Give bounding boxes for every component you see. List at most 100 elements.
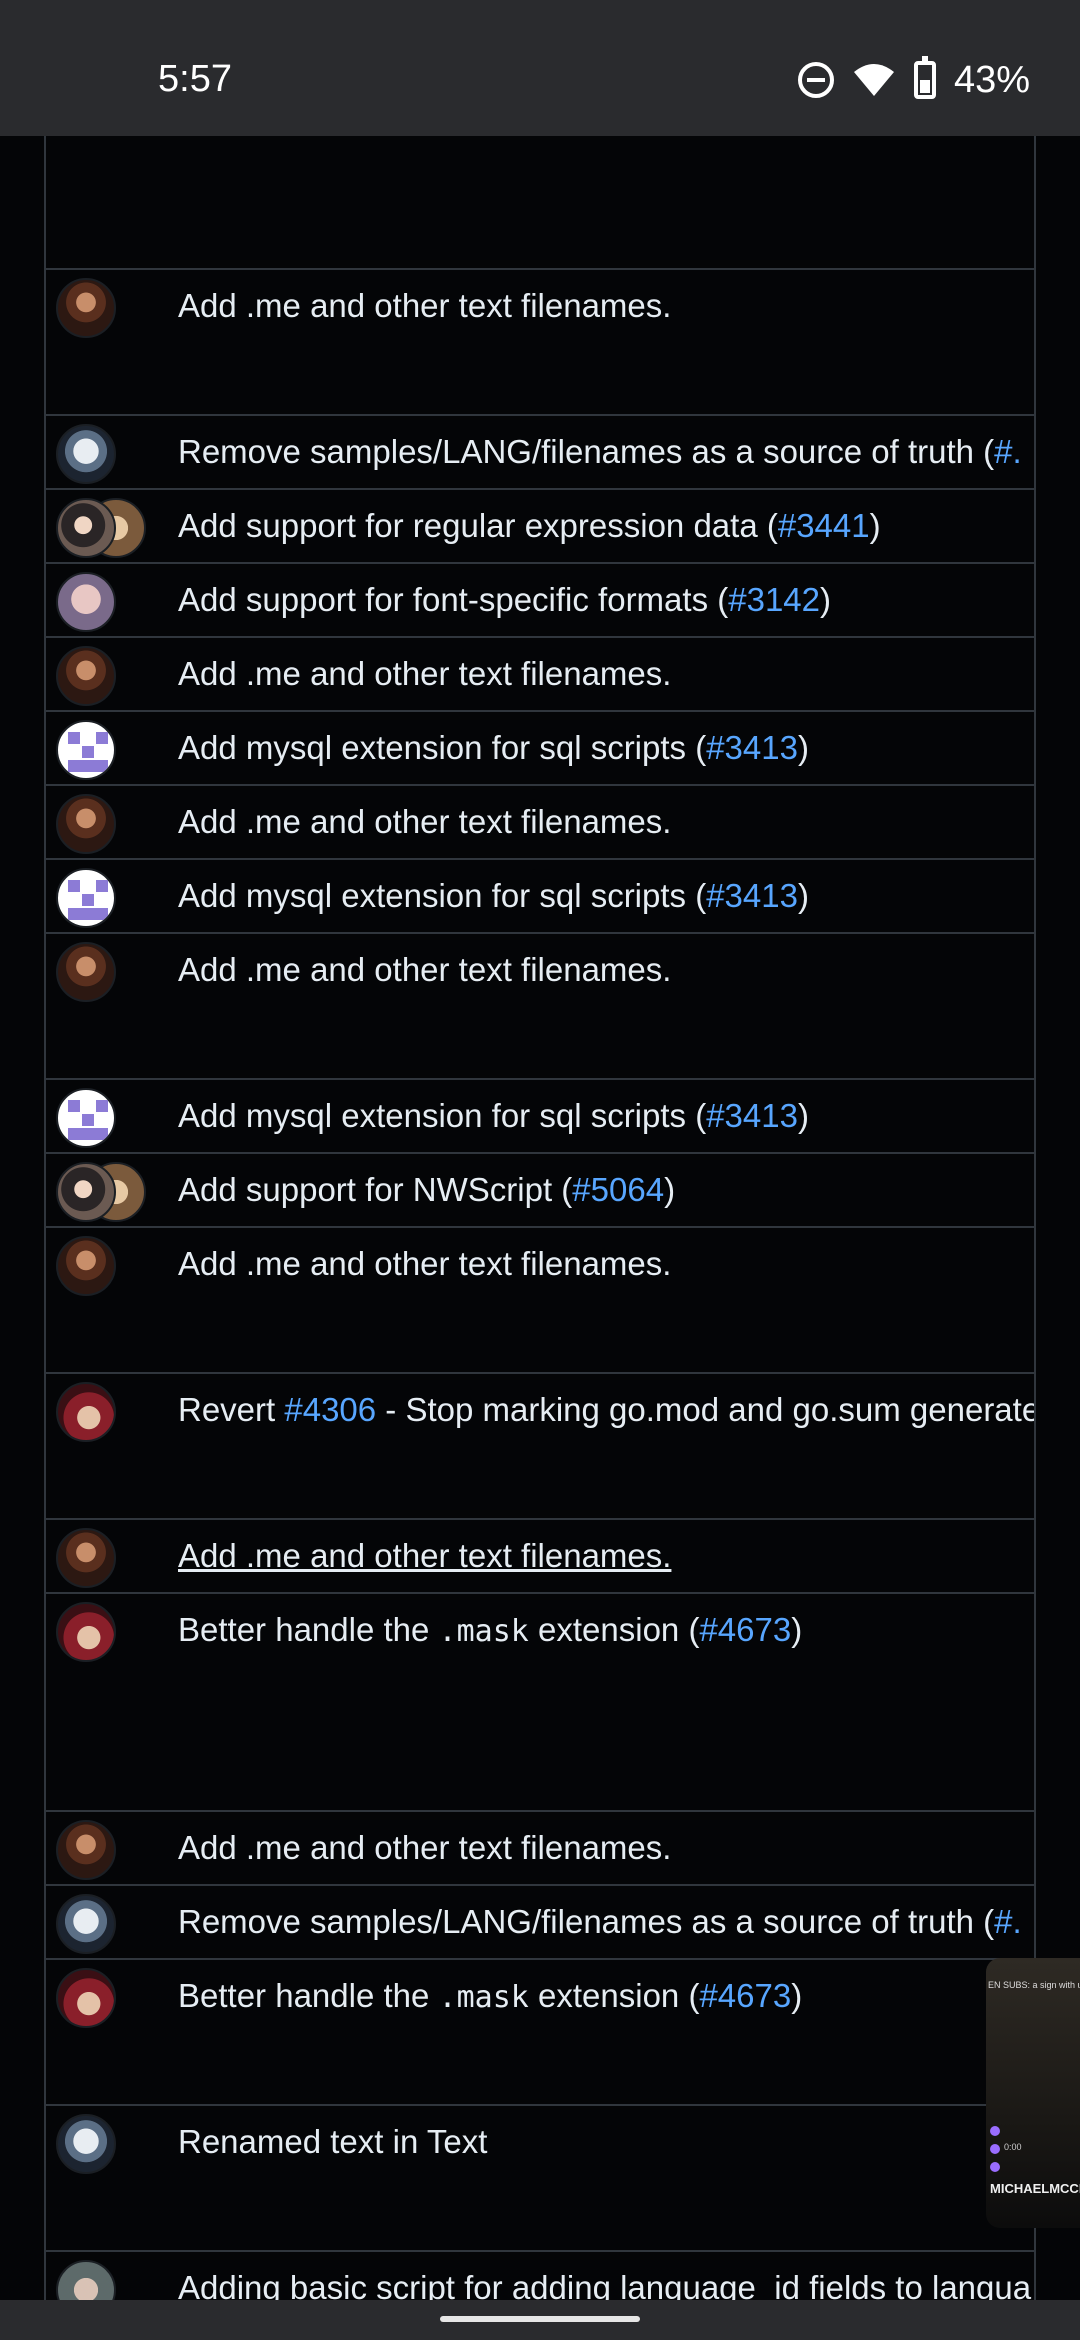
author-avatar-cell	[46, 1812, 178, 1882]
commit-message[interactable]: Add support for font-specific formats (#…	[178, 564, 831, 620]
author-avatar[interactable]	[56, 1528, 116, 1588]
commit-message[interactable]: Add mysql extension for sql scripts (#34…	[178, 712, 809, 768]
author-avatar[interactable]	[56, 1382, 116, 1442]
commit-message[interactable]: Add support for NWScript (#5064)	[178, 1154, 675, 1210]
commit-message[interactable]: Better handle the .mask extension (#4673…	[178, 1960, 802, 2018]
author-avatar-cell	[46, 2252, 178, 2300]
commit-message[interactable]: Add .me and other text filenames.	[178, 1812, 671, 1868]
commit-message-text: Add .me and other text filenames.	[178, 1537, 672, 1574]
author-avatar[interactable]	[56, 1968, 116, 2028]
commit-message-text: Add mysql extension for sql scripts (	[178, 729, 707, 766]
commit-message[interactable]: Add .me and other text filenames.	[178, 934, 671, 990]
picture-in-picture-video[interactable]: EN SUBS: a sign with ur n 0:00 MICHAELMC…	[986, 1958, 1080, 2228]
inline-code: .mask	[438, 1980, 529, 2015]
commit-row[interactable]: Revert #4306 - Stop marking go.mod and g…	[46, 1374, 1034, 1520]
author-avatar[interactable]	[56, 278, 116, 338]
commit-row[interactable]: Add .me and other text filenames.	[46, 1520, 1034, 1594]
author-avatar[interactable]	[56, 572, 116, 632]
status-icons: 43%	[797, 56, 1030, 102]
author-avatar-cell	[46, 1594, 178, 1664]
commit-row[interactable]: Remove samples/LANG/filenames as a sourc…	[46, 1886, 1034, 1960]
issue-link[interactable]: #.	[994, 433, 1022, 470]
commit-message-text: Add .me and other text filenames.	[178, 287, 672, 324]
commit-message[interactable]: Adding basic script for adding language_…	[178, 2252, 1031, 2300]
author-avatar[interactable]	[56, 1162, 116, 1222]
commit-message-text: Add .me and other text filenames.	[178, 951, 672, 988]
commit-row[interactable]: Add .me and other text filenames.	[46, 1228, 1034, 1374]
commit-message[interactable]: Remove samples/LANG/filenames as a sourc…	[178, 416, 1022, 472]
issue-link[interactable]: #4306	[284, 1391, 376, 1428]
author-avatar[interactable]	[56, 942, 116, 1002]
commit-row[interactable]: Better handle the .mask extension (#4673…	[46, 1594, 1034, 1812]
issue-link[interactable]: #5064	[572, 1171, 664, 1208]
author-avatar[interactable]	[56, 868, 116, 928]
author-avatar[interactable]	[56, 2260, 116, 2300]
issue-link[interactable]: #.	[994, 1903, 1022, 1940]
commit-message-text: )	[820, 581, 831, 618]
author-avatar-cell	[46, 786, 178, 856]
commit-row[interactable]: Remove samples/LANG/filenames as a sourc…	[46, 416, 1034, 490]
commit-row[interactable]: Renamed text in Text	[46, 2106, 1034, 2252]
pip-viewer-icon	[990, 2126, 1000, 2136]
commit-message[interactable]: Renamed text in Text	[178, 2106, 487, 2162]
commit-row[interactable]: Better handle the .mask extension (#4673…	[46, 1960, 1034, 2106]
commit-message[interactable]: Add mysql extension for sql scripts (#34…	[178, 1080, 809, 1136]
commit-row[interactable]: Adding basic script for adding language_…	[46, 2252, 1034, 2300]
issue-link[interactable]: #4673	[699, 1611, 791, 1648]
author-avatar[interactable]	[56, 1602, 116, 1662]
commit-message[interactable]: Add .me and other text filenames.	[178, 1520, 671, 1576]
commit-row[interactable]: Add support for font-specific formats (#…	[46, 564, 1034, 638]
commit-row[interactable]: Add mysql extension for sql scripts (#34…	[46, 860, 1034, 934]
commit-row[interactable]: Add .me and other text filenames.	[46, 786, 1034, 860]
commit-message[interactable]: Add .me and other text filenames.	[178, 270, 671, 326]
author-avatar[interactable]	[56, 720, 116, 780]
issue-link[interactable]: #3413	[706, 1097, 798, 1134]
commit-message[interactable]: Revert #4306 - Stop marking go.mod and g…	[178, 1374, 1034, 1430]
commit-message-text: )	[791, 1611, 803, 1648]
commit-row[interactable]: Add .me and other text filenames.	[46, 270, 1034, 416]
home-gesture-handle[interactable]	[440, 2316, 640, 2322]
issue-link[interactable]: #3413	[706, 729, 798, 766]
status-time: 5:57	[158, 58, 232, 100]
commit-row[interactable]: Add .me and other text filenames.	[46, 638, 1034, 712]
battery-icon	[913, 56, 936, 99]
author-avatar[interactable]	[56, 424, 116, 484]
author-avatar-cell	[46, 2106, 178, 2176]
author-avatar[interactable]	[56, 794, 116, 854]
author-avatar[interactable]	[56, 1236, 116, 1296]
pip-counter: 0:00	[1004, 2142, 1022, 2152]
commit-message[interactable]: Add .me and other text filenames.	[178, 786, 671, 842]
author-avatar[interactable]	[56, 2114, 116, 2174]
commit-row[interactable]: Add .me and other text filenames.	[46, 934, 1034, 1080]
author-avatar-cell	[46, 1080, 178, 1150]
author-avatar[interactable]	[56, 1894, 116, 1954]
commit-message[interactable]: Better handle the .mask extension (#4673…	[178, 1594, 802, 1652]
commit-message-text: Adding basic script for adding language_…	[178, 2269, 1032, 2300]
commit-row[interactable]: Add support for NWScript (#5064)	[46, 1154, 1034, 1228]
author-avatar[interactable]	[56, 1088, 116, 1148]
commit-row[interactable]: Add .me and other text filenames.	[46, 1812, 1034, 1886]
author-avatar-cell	[46, 270, 178, 340]
issue-link[interactable]: #3142	[728, 581, 820, 618]
commit-row[interactable]: Add mysql extension for sql scripts (#34…	[46, 712, 1034, 786]
pip-viewer-icon	[990, 2162, 1000, 2172]
author-avatar[interactable]	[56, 646, 116, 706]
author-avatar[interactable]	[56, 498, 116, 558]
commit-message[interactable]: Add .me and other text filenames.	[178, 1228, 671, 1284]
commit-message[interactable]: Remove samples/LANG/filenames as a sourc…	[178, 1886, 1022, 1942]
commit-message[interactable]: Add .me and other text filenames.	[178, 638, 671, 694]
author-avatar-cell	[46, 934, 178, 1004]
commit-message-text: Add .me and other text filenames.	[178, 803, 672, 840]
commit-message[interactable]: Add support for regular expression data …	[178, 490, 881, 546]
author-avatar-cell	[46, 1886, 178, 1956]
issue-link[interactable]: #3413	[706, 877, 798, 914]
author-avatar-cell	[46, 712, 178, 782]
commit-row[interactable]: Add mysql extension for sql scripts (#34…	[46, 1080, 1034, 1154]
issue-link[interactable]: #3441	[778, 507, 870, 544]
commit-message-text: Add .me and other text filenames.	[178, 655, 672, 692]
issue-link[interactable]: #4673	[699, 1977, 791, 2014]
commit-row[interactable]: Add support for regular expression data …	[46, 490, 1034, 564]
author-avatar[interactable]	[56, 1820, 116, 1880]
commit-message[interactable]: Add mysql extension for sql scripts (#34…	[178, 860, 809, 916]
commit-message-text: - Stop marking go.mod and go.sum generat…	[376, 1391, 1034, 1428]
